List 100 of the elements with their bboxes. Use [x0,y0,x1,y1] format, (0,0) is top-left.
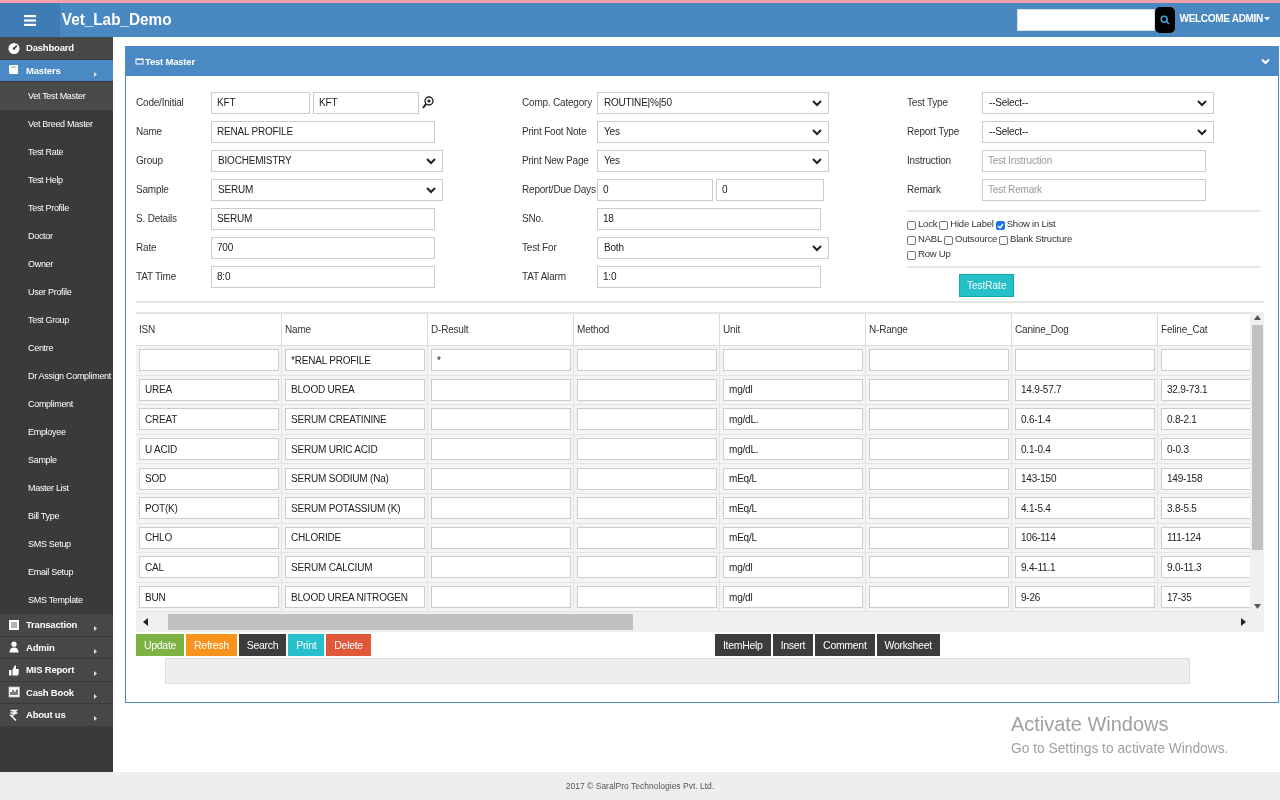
cell-field[interactable]: 9.4-11.1 [1015,556,1155,579]
action-button[interactable]: Comment [815,634,875,656]
horizontal-scrollbar[interactable] [136,612,1264,632]
dropdown[interactable]: --Select-- [982,91,1214,114]
action-button[interactable]: Search [238,634,287,656]
checkbox[interactable] [907,221,916,230]
checkbox[interactable] [907,236,916,245]
sidebar-item[interactable]: MIS Report [0,659,113,682]
cell-field[interactable] [577,467,717,490]
cell-field[interactable] [869,378,1009,401]
cell-field[interactable]: 106-114 [1015,526,1155,549]
action-button[interactable]: ItemHelp [715,634,771,656]
cell-field[interactable] [869,586,1009,609]
magnifier-icon[interactable] [422,96,434,109]
cell-field[interactable]: 143-150 [1015,467,1155,490]
dropdown[interactable]: SERUM [211,178,443,201]
dropdown[interactable]: ROUTINE|%|50 [597,91,829,114]
cell-field[interactable]: 14.9-57.7 [1015,378,1155,401]
cell-field[interactable]: SERUM POTASSIUM (K) [285,497,425,520]
cell-field[interactable]: SERUM CALCIUM [285,556,425,579]
cell-field[interactable] [431,497,571,520]
cell-field[interactable]: 9.0-11.3 [1161,556,1250,579]
text-field[interactable]: RENAL PROFILE [211,120,435,143]
cell-field[interactable]: SERUM URIC ACID [285,438,425,461]
cell-field[interactable]: 0-0.3 [1161,438,1250,461]
sidebar-item[interactable]: Transaction [0,614,113,637]
cell-field[interactable]: *RENAL PROFILE [285,349,425,372]
text-field[interactable]: 1:0 [597,265,821,288]
cell-field[interactable] [869,467,1009,490]
dropdown[interactable]: BIOCHEMISTRY [211,149,443,172]
cell-field[interactable]: 111-124 [1161,526,1250,549]
cell-field[interactable]: mEq/L [723,526,863,549]
text-field[interactable]: 18 [597,207,821,230]
vertical-scrollbar[interactable] [1250,312,1264,612]
cell-field[interactable] [431,408,571,431]
action-button[interactable]: Insert [772,634,814,656]
text-field[interactable]: KFT [313,91,419,114]
cell-field[interactable] [723,349,863,372]
cell-field[interactable]: BLOOD UREA NITROGEN [285,586,425,609]
cell-field[interactable] [869,497,1009,520]
cell-field[interactable] [577,438,717,461]
cell-field[interactable] [431,467,571,490]
cell-field[interactable] [431,526,571,549]
cell-field[interactable] [869,408,1009,431]
text-field[interactable]: Test Remark [982,178,1206,201]
cell-field[interactable]: 9-26 [1015,586,1155,609]
sidebar-item[interactable]: Cash Book [0,681,113,704]
cell-field[interactable]: POT(K) [139,497,279,520]
cell-field[interactable]: BUN [139,586,279,609]
cell-field[interactable]: mg/dL. [723,438,863,461]
cell-field[interactable]: CAL [139,556,279,579]
checkbox[interactable] [939,221,949,230]
cell-field[interactable]: 4.1-5.4 [1015,497,1155,520]
cell-field[interactable]: * [431,349,571,372]
cell-field[interactable] [577,378,717,401]
user-menu[interactable]: WELCOME ADMIN [1179,13,1270,24]
text-field[interactable]: 8:0 [211,265,435,288]
sidebar-item[interactable]: About us [0,704,113,727]
cell-field[interactable] [869,438,1009,461]
cell-field[interactable] [869,349,1009,372]
sidebar-item[interactable]: Dashboard [0,37,113,60]
sidebar-item[interactable]: Masters [0,59,113,82]
cell-field[interactable] [431,378,571,401]
cell-field[interactable]: mg/dl [723,378,863,401]
cell-field[interactable]: 0.8-2.1 [1161,408,1250,431]
checkbox[interactable] [907,251,916,260]
cell-field[interactable] [431,438,571,461]
cell-field[interactable] [577,586,717,609]
text-field[interactable]: 0 [716,178,824,201]
cell-field[interactable]: 17-35 [1161,586,1250,609]
cell-field[interactable] [577,349,717,372]
cell-field[interactable]: UREA [139,378,279,401]
text-field[interactable]: 0 [597,178,713,201]
cell-field[interactable] [577,497,717,520]
dropdown[interactable]: Both [597,236,829,259]
dropdown[interactable]: Yes [597,149,829,172]
cell-field[interactable] [869,556,1009,579]
checkbox[interactable] [999,236,1009,245]
cell-field[interactable]: BLOOD UREA [285,378,425,401]
cell-field[interactable]: CREAT [139,408,279,431]
cell-field[interactable]: 149-158 [1161,467,1250,490]
chevron-down-icon[interactable] [1261,58,1270,65]
cell-field[interactable]: mEq/L [723,467,863,490]
action-button[interactable]: Delete [326,634,371,656]
text-field[interactable]: Test Instruction [982,149,1206,172]
cell-field[interactable] [577,526,717,549]
cell-field[interactable] [869,526,1009,549]
cell-field[interactable]: U ACID [139,438,279,461]
cell-field[interactable] [431,556,571,579]
cell-field[interactable]: 3.8-5.5 [1161,497,1250,520]
cell-field[interactable] [1015,349,1155,372]
checkbox[interactable] [995,221,1005,230]
dropdown[interactable]: --Select-- [982,120,1214,143]
cell-field[interactable] [577,556,717,579]
search-field[interactable] [1016,9,1155,31]
cell-field[interactable]: mEq/L [723,497,863,520]
menu-button[interactable] [0,3,60,37]
cell-field[interactable]: 0.1-0.4 [1015,438,1155,461]
text-field[interactable]: SERUM [211,207,435,230]
submenu-item[interactable]: Vet Test Master [0,82,113,110]
